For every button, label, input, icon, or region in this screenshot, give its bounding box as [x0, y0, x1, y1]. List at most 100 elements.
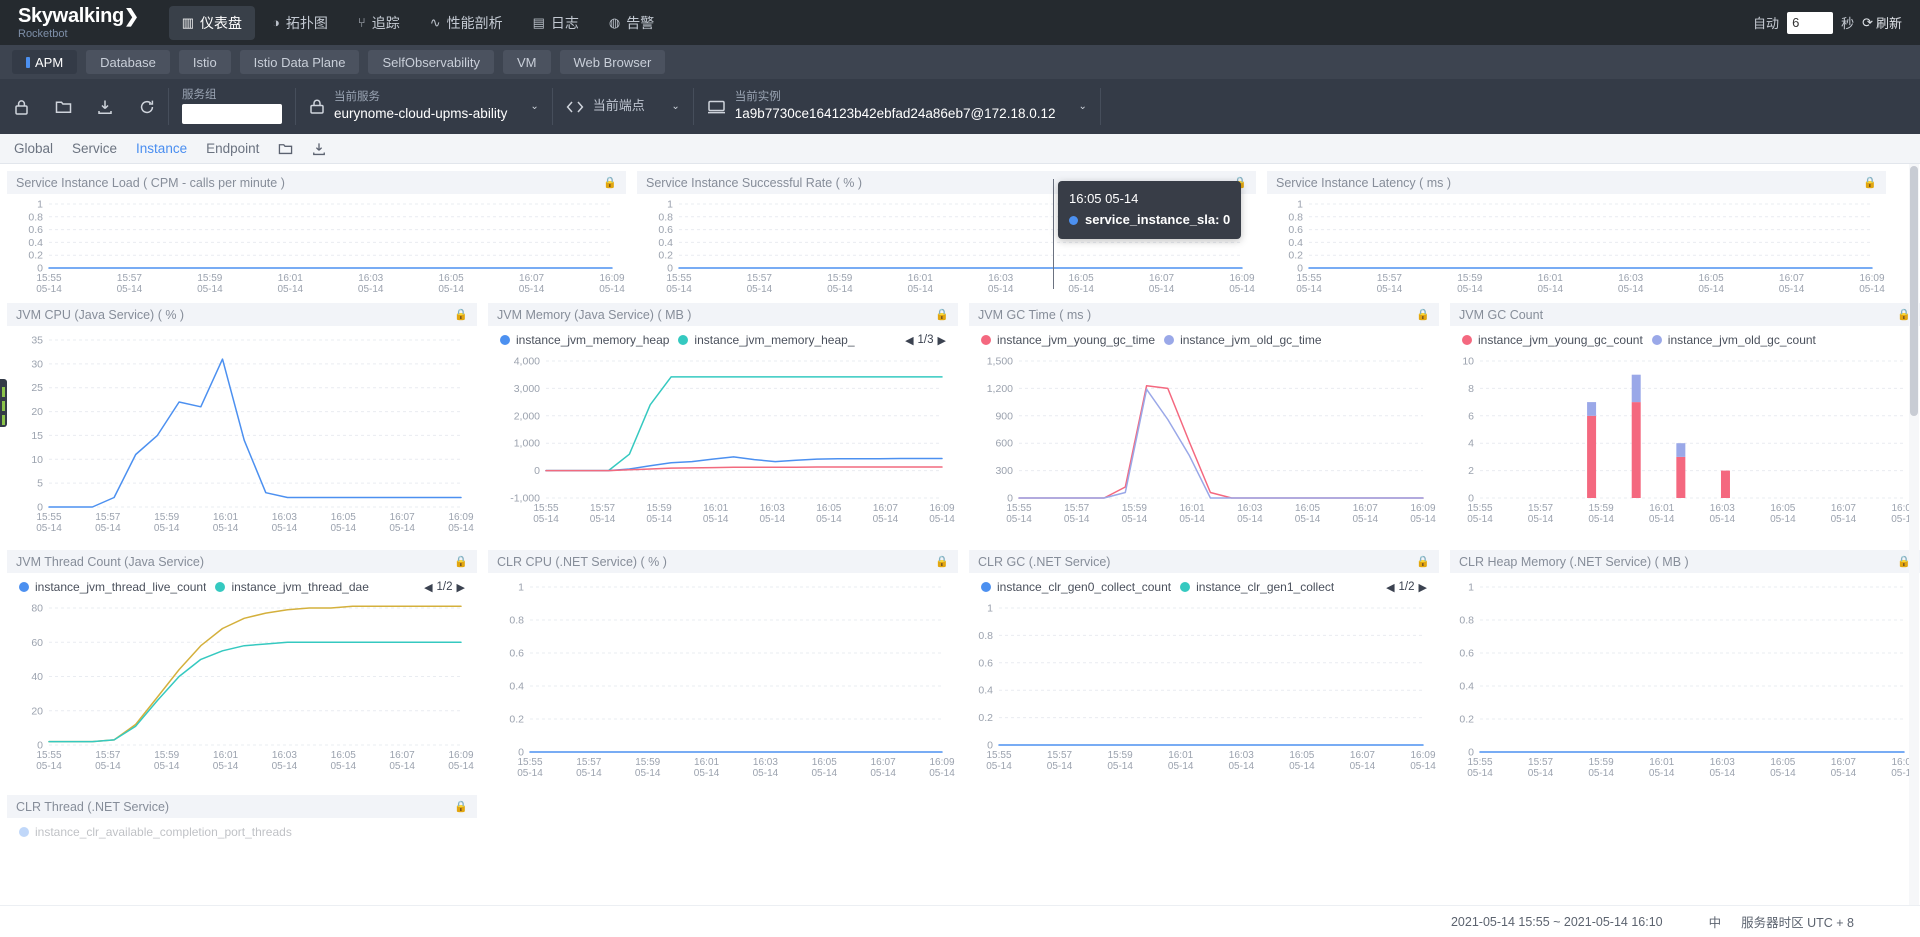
- svg-text:16:03: 16:03: [1618, 273, 1643, 284]
- nav-item-alarm[interactable]: ◍ 告警: [596, 6, 667, 40]
- reload-icon[interactable]: [126, 79, 168, 134]
- current-service-value: eurynome-cloud-upms-ability: [334, 105, 508, 121]
- chevron-down-icon[interactable]: ⌄: [1064, 101, 1086, 112]
- board-scrollbar-thumb[interactable]: [1910, 166, 1918, 416]
- subnav-item-endpoint[interactable]: Endpoint: [206, 141, 259, 156]
- chart-body[interactable]: -1,000 0 1,000 2,000 3,000 4,000 15:55 05-14 15:…: [488, 347, 958, 541]
- chart-body[interactable]: 0 20 40 60 80 15:55 05-14 15:57 05-14 15:59 05-14 1…: [7, 594, 477, 786]
- card-header: CLR Thread (.NET Service) 🔒: [7, 795, 477, 818]
- legend-pager: ◀ 1/2 ▶: [1386, 581, 1435, 594]
- svg-text:05-14: 05-14: [986, 761, 1012, 772]
- tab-apm[interactable]: APM: [12, 50, 78, 74]
- lock-icon[interactable]: 🔒: [603, 176, 617, 189]
- svg-text:05-14: 05-14: [646, 514, 672, 525]
- legend-item[interactable]: instance_clr_available_completion_port_t…: [19, 825, 292, 839]
- current-endpoint-selector[interactable]: 当前端点 ⌄: [553, 79, 693, 134]
- chart-body[interactable]: 0 0.2 0.4 0.6 0.8 1 15:55 05-14 15:57 05-14 15:59 0…: [1267, 194, 1886, 295]
- card-title: CLR CPU (.NET Service) ( % ): [497, 554, 667, 569]
- svg-text:1: 1: [37, 199, 43, 211]
- lock-icon[interactable]: [0, 79, 42, 134]
- svg-text:30: 30: [31, 358, 43, 370]
- subnav-item-global[interactable]: Global: [14, 141, 53, 156]
- legend-item[interactable]: instance_clr_gen0_collect_count: [981, 580, 1171, 594]
- lock-icon[interactable]: 🔒: [454, 555, 468, 568]
- language-toggle[interactable]: 中: [1709, 912, 1722, 931]
- svg-text:16:07: 16:07: [871, 757, 896, 768]
- lock-icon[interactable]: 🔒: [1416, 555, 1430, 568]
- legend-item[interactable]: instance_jvm_old_gc_count: [1651, 333, 1816, 347]
- tab-web-browser[interactable]: Web Browser: [559, 50, 666, 74]
- legend-item[interactable]: instance_jvm_thread_dae: [215, 580, 369, 594]
- svg-text:05-14: 05-14: [213, 523, 239, 534]
- chart-body[interactable]: 0 2 4 6 8 10 15:55 05-14 15:57 05-14 15:59 05-14 16:…: [1450, 347, 1920, 541]
- svg-text:16:01: 16:01: [1180, 503, 1205, 514]
- service-group-input[interactable]: [182, 103, 282, 124]
- instance-icon: [707, 99, 726, 115]
- legend-prev-icon[interactable]: ◀: [424, 581, 432, 594]
- tab-vm[interactable]: VM: [503, 50, 551, 74]
- chart-body[interactable]: 0 0.2 0.4 0.6 0.8 1 15:55 05-14 15:57 05-14 15:59 0…: [637, 194, 1256, 295]
- sidebar-drag-handle[interactable]: [0, 379, 7, 427]
- lock-icon[interactable]: 🔒: [1233, 176, 1247, 189]
- chart-body[interactable]: 0 0.2 0.4 0.6 0.8 1 15:55 05-14 15:57 05-14 15:59 0…: [969, 594, 1439, 786]
- chart-body[interactable]: 0 0.2 0.4 0.6 0.8 1 15:55 05-14 15:57 05-14 15:59 0…: [1450, 573, 1920, 786]
- svg-text:15:55: 15:55: [517, 757, 542, 768]
- svg-text:15:57: 15:57: [1528, 503, 1553, 514]
- refresh-button[interactable]: ⟳ 刷新: [1862, 13, 1902, 32]
- legend-item[interactable]: instance_jvm_young_gc_count: [1462, 333, 1643, 347]
- card-title: JVM GC Count: [1459, 307, 1544, 322]
- folder-icon[interactable]: [42, 79, 84, 134]
- tab-database[interactable]: Database: [86, 50, 170, 74]
- board-scrollbar-track[interactable]: [1909, 164, 1919, 905]
- chart-body[interactable]: 0 300 600 900 1,200 1,500 15:55 05-14 15:57 05-14…: [969, 347, 1439, 541]
- folder-icon[interactable]: [278, 142, 293, 155]
- card-title: JVM CPU (Java Service) ( % ): [16, 307, 185, 322]
- download-icon[interactable]: [84, 79, 126, 134]
- tab-selfobservability[interactable]: SelfObservability: [368, 50, 494, 74]
- svg-text:15: 15: [31, 430, 43, 442]
- lock-icon[interactable]: 🔒: [1416, 308, 1430, 321]
- chart-body[interactable]: 0 0.2 0.4 0.6 0.8 1 15:55 05-14 15:57 05-14 15:59 0…: [7, 194, 626, 295]
- lock-icon[interactable]: 🔒: [454, 800, 468, 813]
- legend-item[interactable]: instance_clr_gen1_collect: [1180, 580, 1334, 594]
- legend-item[interactable]: instance_jvm_thread_live_count: [19, 580, 206, 594]
- tab-istio[interactable]: Istio: [178, 50, 231, 74]
- legend-prev-icon[interactable]: ◀: [905, 334, 913, 347]
- chevron-down-icon[interactable]: ⌄: [657, 101, 679, 112]
- svg-text:05-14: 05-14: [36, 761, 62, 772]
- chart-body[interactable]: 0 5 10 15 20 25 30 35 15:55 05-14 15:57 05-14 15:59 0…: [7, 326, 477, 541]
- nav-item-trace[interactable]: ⑂ 追踪: [345, 6, 413, 40]
- nav-item-log[interactable]: ▤ 日志: [520, 6, 592, 40]
- legend-item[interactable]: instance_jvm_young_gc_time: [981, 333, 1155, 347]
- legend-next-icon[interactable]: ▶: [1419, 581, 1427, 594]
- legend-item[interactable]: instance_jvm_memory_heap: [500, 333, 669, 347]
- lock-icon[interactable]: 🔒: [454, 308, 468, 321]
- tab-selfobservability-label: SelfObservability: [382, 54, 480, 70]
- svg-text:16:05: 16:05: [331, 750, 356, 761]
- svg-text:05-14: 05-14: [1168, 761, 1194, 772]
- auto-refresh-interval-input[interactable]: [1787, 11, 1834, 34]
- legend-item[interactable]: instance_jvm_old_gc_time: [1164, 333, 1322, 347]
- subnav-item-service[interactable]: Service: [72, 141, 117, 156]
- lock-icon[interactable]: 🔒: [1863, 176, 1877, 189]
- download-icon[interactable]: [312, 142, 326, 156]
- legend-prev-icon[interactable]: ◀: [1386, 581, 1394, 594]
- nav-item-topology[interactable]: ◑ 拓扑图: [259, 6, 341, 40]
- current-instance-selector[interactable]: 当前实例 1a9b7730ce164123b42ebfad24a86eb7@17…: [694, 79, 1100, 134]
- subnav-item-instance[interactable]: Instance: [136, 141, 187, 156]
- current-service-selector[interactable]: 当前服务 eurynome-cloud-upms-ability ⌄: [296, 79, 552, 134]
- lock-icon[interactable]: 🔒: [935, 308, 949, 321]
- lock-icon[interactable]: 🔒: [935, 555, 949, 568]
- legend-item[interactable]: instance_jvm_memory_heap_: [678, 333, 855, 347]
- svg-text:05-14: 05-14: [213, 761, 239, 772]
- svg-text:0.2: 0.2: [1288, 250, 1303, 262]
- nav-item-dashboard[interactable]: ▥ 仪表盘: [168, 5, 256, 40]
- tab-istio-data-plane[interactable]: Istio Data Plane: [239, 50, 360, 74]
- legend-next-icon[interactable]: ▶: [938, 334, 946, 347]
- nav-item-profile[interactable]: ∿ 性能剖析: [417, 6, 516, 40]
- chevron-down-icon[interactable]: ⌄: [516, 101, 538, 112]
- legend-label: instance_jvm_thread_dae: [231, 580, 369, 594]
- service-group-selector[interactable]: 服务组: [169, 79, 295, 134]
- legend-next-icon[interactable]: ▶: [457, 581, 465, 594]
- chart-body[interactable]: 0 0.2 0.4 0.6 0.8 1 15:55 05-14 15:57 05-14 15:59 0…: [488, 573, 958, 786]
